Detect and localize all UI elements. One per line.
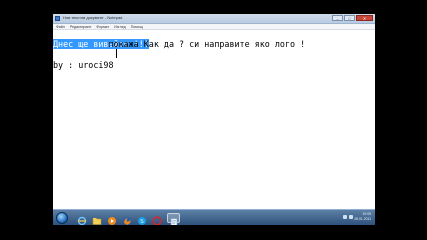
folder-icon[interactable] (92, 213, 102, 225)
firefox-icon[interactable] (122, 213, 132, 225)
text-editor-area[interactable]: Здравейте !!! Днес ще ви покажа Как да ?… (53, 31, 375, 209)
opera-icon[interactable] (152, 213, 162, 225)
menu-help[interactable]: Помощ (131, 24, 143, 29)
volume-icon[interactable] (349, 215, 353, 219)
minimize-button[interactable]: – (332, 15, 343, 21)
maximize-button[interactable]: □ (344, 15, 355, 21)
system-tray (343, 215, 353, 219)
close-button[interactable]: ✕ (356, 15, 373, 21)
notepad-app-icon (55, 16, 60, 21)
taskbar: S 19:05 28.01.2011 (53, 209, 375, 225)
text-line-2-rest: покажа Как да ? си направите яко лого ! (103, 39, 306, 49)
window-titlebar[interactable]: Нов текстов документ - Notepad – □ ✕ (53, 14, 375, 24)
skype-icon[interactable]: S (137, 213, 147, 225)
menu-format[interactable]: Формат (96, 24, 109, 29)
menu-bar: Файл Редактиране Формат Изглед Помощ (53, 24, 375, 30)
text-line-2: Днес ще ви покажа Как да ? си направите … (53, 39, 306, 49)
clock[interactable]: 19:05 28.01.2011 (354, 212, 371, 224)
clock-date: 28.01.2011 (354, 217, 371, 221)
notepad-icon[interactable] (167, 213, 180, 225)
network-icon[interactable] (343, 215, 347, 219)
text-line-author: by : uroci98 (53, 60, 114, 70)
window-title: Нов текстов документ - Notepad (63, 15, 123, 20)
desktop-screen: Нов текстов документ - Notepad – □ ✕ Фай… (53, 14, 375, 225)
menu-edit[interactable]: Редактиране (70, 24, 92, 29)
media-player-icon[interactable] (107, 213, 117, 225)
menu-file[interactable]: Файл (56, 24, 65, 29)
selected-text-intro: Днес ще ви (53, 39, 104, 49)
menu-view[interactable]: Изглед (114, 24, 126, 29)
ie-icon[interactable] (77, 213, 87, 225)
text-cursor (116, 49, 117, 58)
start-button[interactable] (56, 212, 68, 224)
window-controls: – □ ✕ (332, 15, 373, 22)
